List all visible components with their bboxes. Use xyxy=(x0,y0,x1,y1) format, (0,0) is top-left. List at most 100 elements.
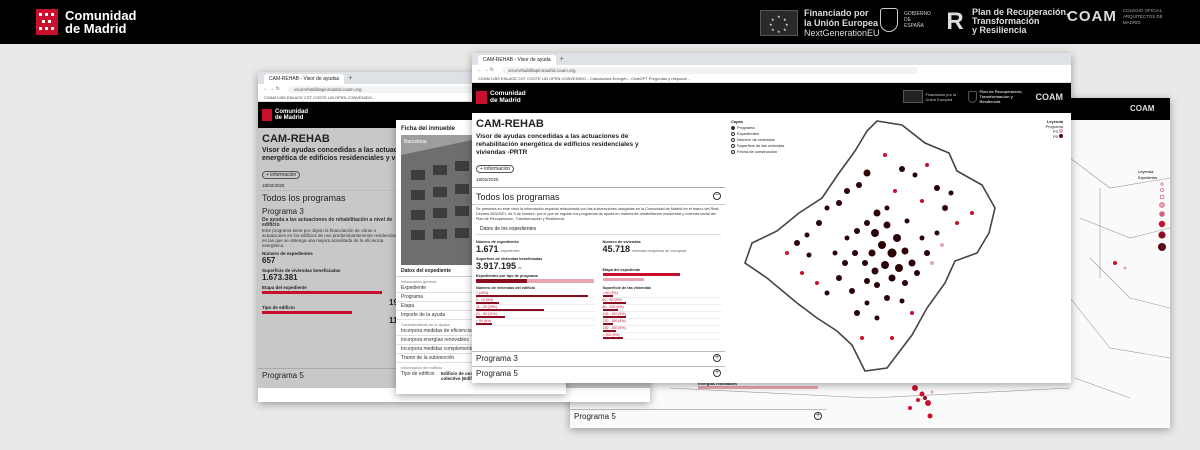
expediente-dot[interactable] xyxy=(883,221,891,229)
expediente-dot[interactable] xyxy=(871,229,879,237)
expediente-dot[interactable] xyxy=(864,278,870,284)
expediente-dot[interactable] xyxy=(878,241,886,249)
expediente-dot[interactable] xyxy=(902,280,908,286)
right-programa5-row[interactable]: Programa 5 + xyxy=(570,409,826,423)
expediente-dot[interactable] xyxy=(881,261,889,269)
radio-icon[interactable] xyxy=(731,137,735,142)
expediente-dot[interactable] xyxy=(893,189,897,193)
map-leyenda: Leyenda Programa P3 P5 xyxy=(1045,119,1063,139)
front-map[interactable]: Capas Programa Expedientes Número de viv… xyxy=(727,113,1071,383)
expediente-dot[interactable] xyxy=(849,288,855,294)
expediente-dot[interactable] xyxy=(844,235,850,241)
new-tab-icon[interactable]: + xyxy=(560,56,564,63)
expediente-dot[interactable] xyxy=(871,267,879,275)
front-hdr-eu: Financiado por la Unión Europea xyxy=(925,91,957,102)
nav-arrows-icon[interactable]: ← → ↻ xyxy=(263,86,280,92)
layer-option[interactable]: Fecha de construcción xyxy=(731,149,784,155)
expediente-dot[interactable] xyxy=(815,281,819,285)
expediente-dot[interactable] xyxy=(890,336,894,340)
bookmarks-bar[interactable]: COAM LIBS ENLACE CST COSTE LIB OPEN CONV… xyxy=(472,75,1071,83)
expediente-dot[interactable] xyxy=(874,315,880,321)
expediente-dot[interactable] xyxy=(868,249,876,257)
expand-plus-icon[interactable]: + xyxy=(814,412,822,420)
expediente-dot[interactable] xyxy=(884,295,890,301)
expediente-dot[interactable] xyxy=(904,218,910,224)
expediente-dot[interactable] xyxy=(842,260,848,266)
left-programa5-row[interactable]: Programa 5 xyxy=(258,368,398,382)
bar-row: < 60 (4%) xyxy=(602,291,721,298)
nav-arrows-icon[interactable]: ← → ↻ xyxy=(477,67,494,73)
expediente-dot[interactable] xyxy=(852,250,858,256)
expand-plus-icon[interactable]: + xyxy=(713,369,721,377)
expediente-dot[interactable] xyxy=(970,211,974,215)
url-field[interactable]: visorrehabilitapinmadrid.coam.org xyxy=(501,66,918,74)
expediente-dot[interactable] xyxy=(955,221,959,225)
expediente-dot[interactable] xyxy=(836,275,842,281)
browser-tab[interactable]: CAM-REHAB - Visor de ayuda xyxy=(478,55,556,65)
expediente-dot[interactable] xyxy=(862,260,868,266)
radio-icon[interactable] xyxy=(731,125,735,130)
front-programa5-row[interactable]: Programa 5 + xyxy=(472,366,725,380)
expediente-dot[interactable] xyxy=(887,248,897,258)
expediente-dot[interactable] xyxy=(816,220,822,226)
expediente-dot[interactable] xyxy=(873,209,881,217)
expediente-dot[interactable] xyxy=(925,163,929,167)
front-info-button[interactable]: + información xyxy=(476,165,515,173)
bar-label: > 50 (6%) xyxy=(476,319,492,323)
expediente-dot[interactable] xyxy=(800,271,804,275)
expediente-dot[interactable] xyxy=(912,172,918,178)
expediente-dot[interactable] xyxy=(854,310,860,316)
expediente-dot[interactable] xyxy=(934,230,940,236)
expediente-dot[interactable] xyxy=(832,250,838,256)
radio-icon[interactable] xyxy=(731,143,735,148)
expediente-dot[interactable] xyxy=(924,250,930,256)
expediente-dot[interactable] xyxy=(804,232,810,238)
expediente-dot[interactable] xyxy=(934,185,940,191)
expediente-dot[interactable] xyxy=(908,259,916,267)
expediente-dot[interactable] xyxy=(914,270,920,276)
expediente-dot[interactable] xyxy=(844,188,850,194)
expediente-dot[interactable] xyxy=(930,261,934,265)
expediente-dot[interactable] xyxy=(910,311,914,315)
expediente-dot[interactable] xyxy=(785,251,789,255)
expediente-dot[interactable] xyxy=(806,252,812,258)
expediente-dot[interactable] xyxy=(888,274,896,282)
collapse-minus-icon[interactable]: − xyxy=(713,192,721,200)
browser-tab[interactable]: CAM-REHAB - Visor de ayudas xyxy=(264,74,345,84)
expediente-dot[interactable] xyxy=(899,166,905,172)
expediente-dot[interactable] xyxy=(948,190,954,196)
bar-fill xyxy=(476,316,505,318)
front-todos-header[interactable]: Todos los programas − xyxy=(472,187,725,205)
expediente-dot[interactable] xyxy=(856,182,862,188)
bar-row: 21 - 50 (11%) xyxy=(476,312,595,319)
expediente-dot[interactable] xyxy=(895,264,903,272)
expediente-dot[interactable] xyxy=(854,228,860,234)
new-tab-icon[interactable]: + xyxy=(348,75,352,82)
expediente-dot[interactable] xyxy=(893,234,901,242)
bar-label: 120 - 150 (4%) xyxy=(602,319,626,323)
expediente-dot[interactable] xyxy=(942,205,948,211)
front-programa3-row[interactable]: Programa 3 + xyxy=(472,351,725,365)
expediente-dot[interactable] xyxy=(860,336,864,340)
bar-row: 120 - 150 (4%) xyxy=(602,319,721,326)
expediente-dot[interactable] xyxy=(794,240,800,246)
radio-icon[interactable] xyxy=(731,131,735,136)
expediente-dot[interactable] xyxy=(874,282,880,288)
expediente-dot[interactable] xyxy=(836,200,842,206)
expediente-dot[interactable] xyxy=(920,199,924,203)
expediente-dot[interactable] xyxy=(940,243,944,247)
radio-icon[interactable] xyxy=(731,149,735,154)
expand-plus-icon[interactable]: + xyxy=(713,354,721,362)
expediente-dot[interactable] xyxy=(824,205,830,211)
expediente-dot[interactable] xyxy=(899,298,905,304)
expediente-dot[interactable] xyxy=(863,169,871,177)
expediente-dot[interactable] xyxy=(864,300,870,306)
left-info-button[interactable]: + información xyxy=(262,171,301,179)
expediente-dot[interactable] xyxy=(884,205,890,211)
expediente-dot[interactable] xyxy=(883,153,887,157)
expediente-dot[interactable] xyxy=(824,290,830,296)
expediente-dot[interactable] xyxy=(864,220,870,226)
expediente-dot[interactable] xyxy=(919,235,925,241)
front-programa3-label: Programa 3 xyxy=(476,354,518,363)
expediente-dot[interactable] xyxy=(901,247,909,255)
